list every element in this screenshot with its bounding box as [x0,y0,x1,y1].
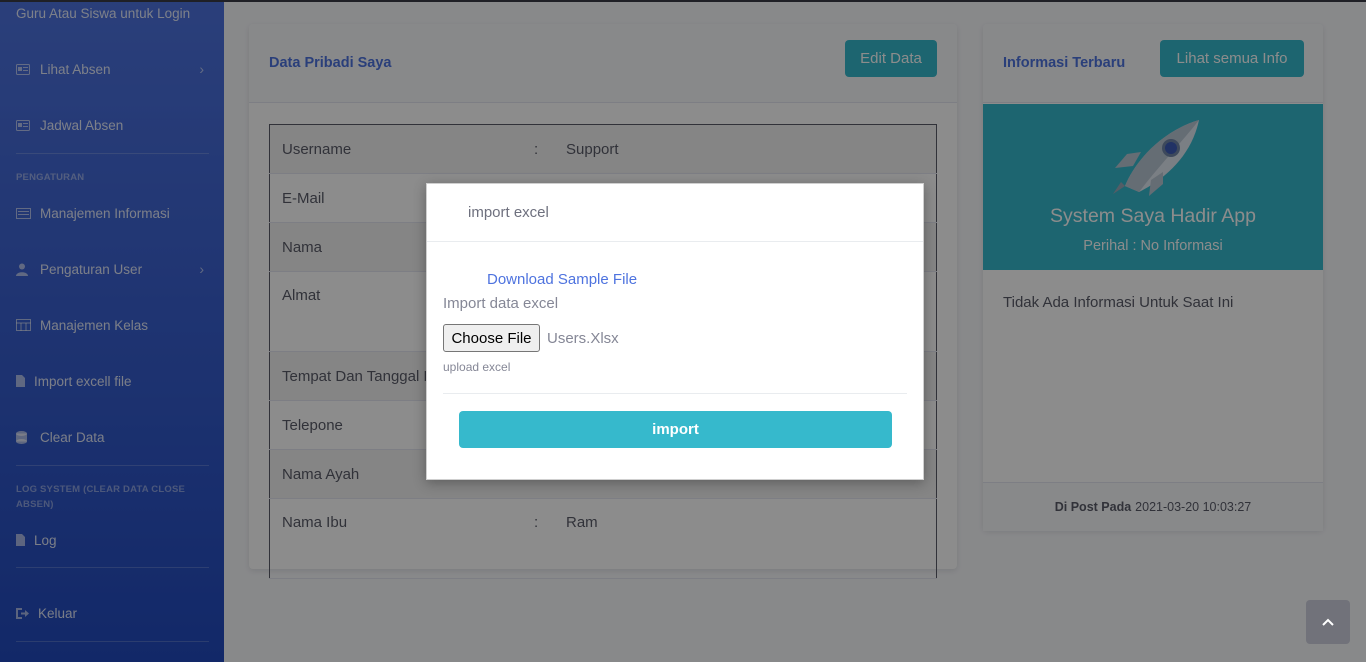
upload-hint: upload excel [443,360,511,374]
selected-file-name: Users.Xlsx [547,330,619,347]
choose-file-button[interactable]: Choose File [443,324,540,352]
import-button[interactable]: import [459,411,892,448]
import-data-label: Import data excel [443,295,559,312]
scroll-to-top-button[interactable] [1306,600,1350,644]
import-excel-modal: import excel Download Sample File Import… [426,183,924,480]
chevron-up-icon [1322,618,1334,626]
modal-title: import excel [468,204,549,221]
download-sample-link[interactable]: Download Sample File [487,271,637,288]
modal-divider [443,393,907,394]
modal-header: import excel [427,184,923,242]
